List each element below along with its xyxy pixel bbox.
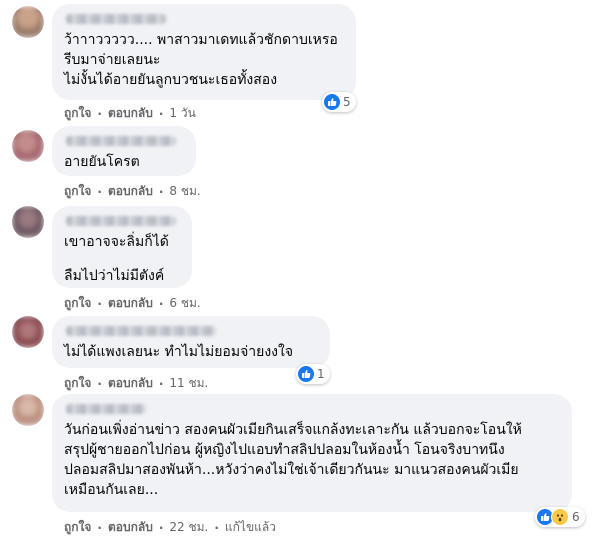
separator-dot: · [158,296,164,311]
like-link[interactable]: ถูกใจ [64,374,91,393]
separator-dot: · [97,296,102,311]
separator-dot: · [158,106,164,121]
reaction-count: 1 [317,367,325,381]
avatar[interactable] [12,394,44,426]
commenter-name-redacted[interactable] [66,216,176,226]
timestamp[interactable]: 11 ชม. [169,374,208,393]
avatar[interactable] [12,130,44,162]
comment-actions: ถูกใจ · ตอบกลับ · 11 ชม. [64,374,208,393]
comment-text: ไม่ได้แพงเลยนะ ทำไมไม่ยอมจ่ายงงใจ [64,344,294,360]
timestamp[interactable]: 22 ชม. [169,518,208,537]
reaction-badge[interactable]: 6 [535,507,585,527]
timestamp[interactable]: 1 วัน [169,104,195,123]
like-link[interactable]: ถูกใจ [64,104,91,123]
reaction-badge[interactable]: 5 [322,92,356,112]
comment-bubble: ว้าาาววววว.... พาสาวมาเดทแล้วชักดาบเหรอ … [52,4,356,100]
comment-bubble: อายยันโครต [52,126,196,176]
reply-link[interactable]: ตอบกลับ [108,182,153,201]
wow-icon [551,508,569,526]
avatar[interactable] [12,206,44,238]
timestamp[interactable]: 8 ชม. [169,182,200,201]
commenter-name-redacted[interactable] [66,326,216,336]
comment-actions: ถูกใจ · ตอบกลับ · 22 ชม. · แก้ไขแล้ว [64,518,276,537]
reaction-badge[interactable]: 1 [296,364,330,384]
avatar[interactable] [12,6,44,38]
commenter-name-redacted[interactable] [66,404,146,414]
like-icon [324,94,340,110]
like-link[interactable]: ถูกใจ [64,182,91,201]
separator-dot: · [97,520,102,535]
separator-dot: · [158,520,164,535]
reaction-count: 5 [343,95,351,109]
reaction-count: 6 [572,510,580,524]
comment-text: เขาอาจจะลิ่มก็ได้ ลืมไปว่าไม่มีตังค์ [64,234,169,284]
commenter-name-redacted[interactable] [66,14,166,24]
comment-bubble: วันก่อนเพิ่งอ่านข่าว สองคนผัวเมียกินเสร็… [52,394,572,512]
comment-actions: ถูกใจ · ตอบกลับ · 8 ชม. [64,182,201,201]
separator-dot: · [158,376,164,391]
like-link[interactable]: ถูกใจ [64,294,91,313]
separator-dot: · [97,184,102,199]
comment-text: อายยันโครต [64,154,140,170]
separator-dot: · [214,520,219,535]
comment-actions: ถูกใจ · ตอบกลับ · 6 ชม. [64,294,201,313]
separator-dot: · [97,106,102,121]
separator-dot: · [97,376,102,391]
like-link[interactable]: ถูกใจ [64,518,91,537]
edited-label[interactable]: แก้ไขแล้ว [225,518,276,537]
reply-link[interactable]: ตอบกลับ [108,104,153,123]
reply-link[interactable]: ตอบกลับ [108,374,153,393]
commenter-name-redacted[interactable] [66,136,176,146]
timestamp[interactable]: 6 ชม. [169,294,200,313]
reply-link[interactable]: ตอบกลับ [108,294,153,313]
separator-dot: · [158,184,164,199]
reply-link[interactable]: ตอบกลับ [108,518,153,537]
comment-text: ว้าาาววววว.... พาสาวมาเดทแล้วชักดาบเหรอ … [64,32,338,88]
comment-text: วันก่อนเพิ่งอ่านข่าว สองคนผัวเมียกินเสร็… [64,422,522,498]
like-icon [298,366,314,382]
avatar[interactable] [12,316,44,348]
comment-bubble: ไม่ได้แพงเลยนะ ทำไมไม่ยอมจ่ายงงใจ [52,316,330,368]
comment-bubble: เขาอาจจะลิ่มก็ได้ ลืมไปว่าไม่มีตังค์ [52,206,192,288]
comment-actions: ถูกใจ · ตอบกลับ · 1 วัน [64,104,196,123]
